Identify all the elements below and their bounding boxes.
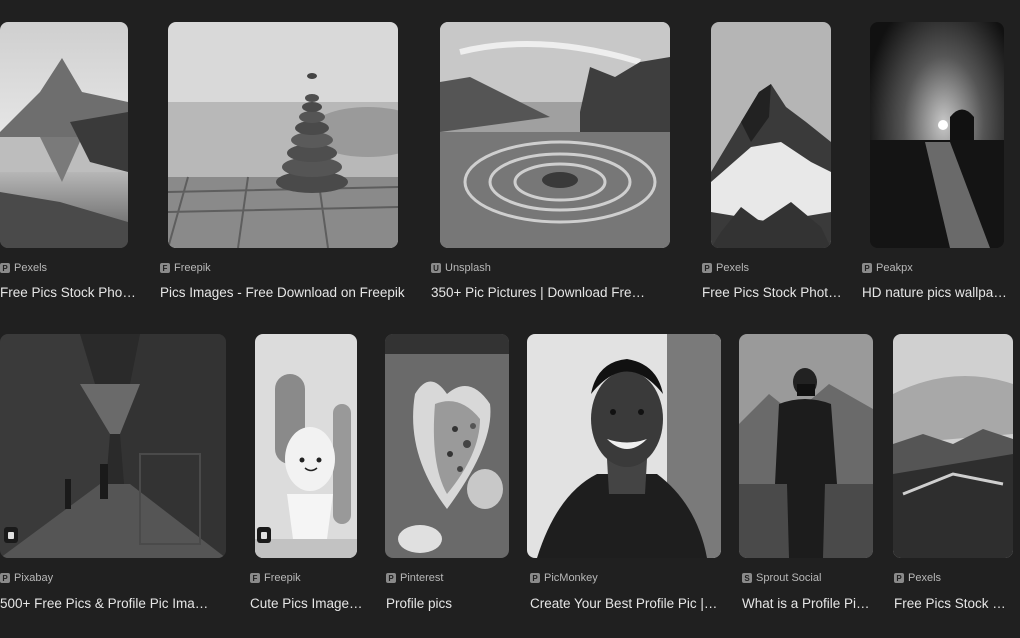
result-title[interactable]: Free Pics Stock Photos ...	[702, 285, 842, 300]
result-title[interactable]: 350+ Pic Pictures | Download Free ...	[431, 285, 651, 300]
mountain-cliff-thumbnail[interactable]	[893, 334, 1013, 558]
result-title[interactable]: Cute Pics Images - ...	[250, 596, 368, 611]
result-source: P Pexels	[0, 262, 47, 274]
freepik-favicon-icon: F	[250, 573, 260, 583]
result-source: U Unsplash	[431, 262, 491, 274]
smiling-man-thumbnail[interactable]	[527, 334, 721, 558]
pixabay-favicon-icon: P	[0, 573, 10, 583]
stone-stack-thumbnail[interactable]	[168, 22, 398, 248]
result-title[interactable]: Free Pics Stock Photos ...	[0, 285, 138, 300]
mountain-lake-thumbnail[interactable]	[0, 22, 128, 248]
snowy-peak-thumbnail[interactable]	[711, 22, 831, 248]
sproutsocial-favicon-icon: S	[742, 573, 752, 583]
spiral-valley-thumbnail[interactable]	[440, 22, 670, 248]
result-title[interactable]: HD nature pics wallpaper ...	[862, 285, 1012, 300]
result-title[interactable]: Create Your Best Profile Pic | Ph...	[530, 596, 720, 611]
result-source: P Pixabay	[0, 572, 53, 584]
image-badge-icon	[4, 527, 18, 543]
cute-cactus-thumbnail[interactable]	[255, 334, 357, 558]
result-title[interactable]: 500+ Free Pics & Profile Pic Images ...	[0, 596, 214, 611]
result-source: F Freepik	[160, 262, 211, 274]
result-source: F Freepik	[250, 572, 301, 584]
unsplash-favicon-icon: U	[431, 263, 441, 273]
street-alley-thumbnail[interactable]	[0, 334, 226, 558]
result-title[interactable]: Pics Images - Free Download on Freepik	[160, 285, 410, 300]
result-source: P Pexels	[702, 262, 749, 274]
result-source: P Pexels	[894, 572, 941, 584]
pexels-favicon-icon: P	[0, 263, 10, 273]
photographer-thumbnail[interactable]	[739, 334, 873, 558]
result-source: P Peakpx	[862, 262, 913, 274]
pexels-favicon-icon: P	[702, 263, 712, 273]
result-source: P PicMonkey	[530, 572, 598, 584]
river-sunset-thumbnail[interactable]	[870, 22, 1004, 248]
picmonkey-favicon-icon: P	[530, 573, 540, 583]
peakpx-favicon-icon: P	[862, 263, 872, 273]
result-source: S Sprout Social	[742, 572, 821, 584]
glass-heart-thumbnail[interactable]	[385, 334, 509, 558]
freepik-favicon-icon: F	[160, 263, 170, 273]
result-title[interactable]: Profile pics	[386, 596, 506, 611]
pexels-favicon-icon: P	[894, 573, 904, 583]
result-source: P Pinterest	[386, 572, 443, 584]
pinterest-favicon-icon: P	[386, 573, 396, 583]
result-title[interactable]: What is a Profile Pict...	[742, 596, 874, 611]
image-badge-icon	[257, 527, 271, 543]
result-title[interactable]: Free Pics Stock Ph...	[894, 596, 1012, 611]
